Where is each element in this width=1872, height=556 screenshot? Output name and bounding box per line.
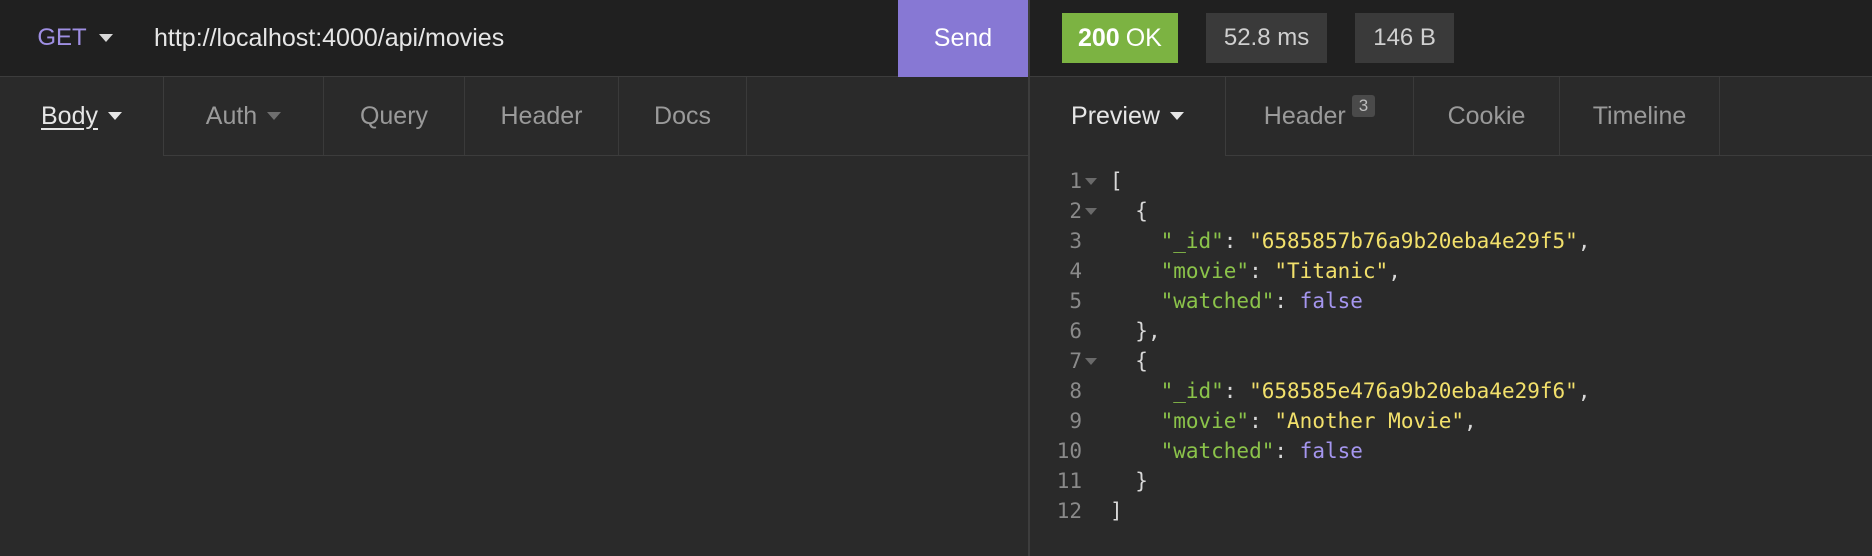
code-text: { xyxy=(1100,349,1148,373)
json-string: "658585e476a9b20eba4e29f6" xyxy=(1249,379,1578,403)
chevron-down-icon xyxy=(107,112,122,120)
json-key: "watched" xyxy=(1160,439,1275,463)
line-number: 10 xyxy=(1056,439,1082,463)
tab-preview-label: Preview xyxy=(1071,101,1160,130)
json-string: "Another Movie" xyxy=(1274,409,1465,433)
tab-auth-label: Auth xyxy=(205,101,258,130)
chevron-down-icon xyxy=(267,112,282,120)
line-number: 3 xyxy=(1069,229,1082,253)
code-line: 1 [ xyxy=(1030,166,1872,196)
line-number: 5 xyxy=(1069,289,1082,313)
json-string: "Titanic" xyxy=(1274,259,1389,283)
code-text: ] xyxy=(1100,499,1123,523)
code-line: 2 { xyxy=(1030,196,1872,226)
code-line: 11 } xyxy=(1030,466,1872,496)
json-brace: { xyxy=(1135,199,1148,223)
line-number: 6 xyxy=(1069,319,1082,343)
tab-body[interactable]: Body xyxy=(0,77,164,156)
code-text: "movie": "Titanic", xyxy=(1160,259,1401,283)
status-code: 200 xyxy=(1078,23,1120,52)
code-text: }, xyxy=(1100,319,1161,343)
tab-timeline[interactable]: Timeline xyxy=(1560,77,1720,155)
json-key: "movie" xyxy=(1160,409,1250,433)
line-number: 7 xyxy=(1069,349,1082,373)
code-text: "movie": "Another Movie", xyxy=(1160,409,1477,433)
json-bracket: ] xyxy=(1110,499,1123,523)
code-text: { xyxy=(1100,199,1148,223)
request-pane: GET http://localhost:4000/api/movies Sen… xyxy=(0,0,1028,556)
code-text: } xyxy=(1100,469,1148,493)
request-tabs: Body Auth Query Header Docs xyxy=(0,77,1028,156)
code-line: 6 }, xyxy=(1030,316,1872,346)
json-boolean: false xyxy=(1299,289,1363,313)
line-number: 12 xyxy=(1056,499,1082,523)
tab-preview[interactable]: Preview xyxy=(1030,77,1226,156)
fold-toggle[interactable] xyxy=(1082,207,1100,215)
status-badge: 200 OK xyxy=(1062,13,1178,63)
tab-header[interactable]: Header xyxy=(465,77,619,155)
chevron-down-icon xyxy=(1169,112,1184,120)
response-size-badge: 146 B xyxy=(1355,13,1454,63)
line-number: 9 xyxy=(1069,409,1082,433)
json-brace: { xyxy=(1135,349,1148,373)
code-text: "_id": "6585857b76a9b20eba4e29f5", xyxy=(1160,229,1591,253)
json-brace: } xyxy=(1135,469,1148,493)
code-line: 8 "_id": "658585e476a9b20eba4e29f6", xyxy=(1030,376,1872,406)
line-number: 11 xyxy=(1056,469,1082,493)
code-text: "watched": false xyxy=(1160,289,1363,313)
url-bar: GET http://localhost:4000/api/movies Sen… xyxy=(0,0,1028,77)
tab-response-header-label: Header xyxy=(1263,101,1346,130)
tab-response-header[interactable]: Header 3 xyxy=(1226,77,1414,155)
code-text: [ xyxy=(1100,169,1123,193)
fold-arrow-icon xyxy=(1085,357,1097,365)
line-number: 8 xyxy=(1069,379,1082,403)
code-text: "watched": false xyxy=(1160,439,1363,463)
tab-body-label: Body xyxy=(41,101,98,130)
response-pane: 200 OK 52.8 ms 146 B Preview Header 3 Co… xyxy=(1030,0,1872,556)
url-input[interactable]: http://localhost:4000/api/movies xyxy=(150,24,898,53)
tab-cookie[interactable]: Cookie xyxy=(1414,77,1560,155)
code-line: 4 "movie": "Titanic", xyxy=(1030,256,1872,286)
json-key: "movie" xyxy=(1160,259,1250,283)
line-number: 2 xyxy=(1069,199,1082,223)
tab-docs[interactable]: Docs xyxy=(619,77,747,155)
code-line: 5 "watched": false xyxy=(1030,286,1872,316)
json-boolean: false xyxy=(1299,439,1363,463)
code-line: 10 "watched": false xyxy=(1030,436,1872,466)
code-text: "_id": "658585e476a9b20eba4e29f6", xyxy=(1160,379,1591,403)
code-line: 9 "movie": "Another Movie", xyxy=(1030,406,1872,436)
method-label: GET xyxy=(37,24,87,51)
line-number: 4 xyxy=(1069,259,1082,283)
chevron-down-icon xyxy=(98,34,113,42)
api-client-window: GET http://localhost:4000/api/movies Sen… xyxy=(0,0,1872,556)
tab-query[interactable]: Query xyxy=(324,77,465,155)
fold-toggle[interactable] xyxy=(1082,357,1100,365)
header-count-badge: 3 xyxy=(1351,95,1376,117)
json-string: "6585857b76a9b20eba4e29f5" xyxy=(1249,229,1578,253)
response-tabs: Preview Header 3 Cookie Timeline xyxy=(1030,77,1872,156)
code-line: 3 "_id": "6585857b76a9b20eba4e29f5", xyxy=(1030,226,1872,256)
response-status-bar: 200 OK 52.8 ms 146 B xyxy=(1030,0,1872,77)
fold-arrow-icon xyxy=(1085,177,1097,185)
fold-toggle[interactable] xyxy=(1082,177,1100,185)
request-body-editor[interactable] xyxy=(0,156,1028,556)
tab-auth[interactable]: Auth xyxy=(164,77,324,155)
json-brace: }, xyxy=(1135,319,1161,343)
fold-arrow-icon xyxy=(1085,207,1097,215)
response-preview[interactable]: 1 [ 2 { 3 "_id": "6585857b76a9b20eba4e29… xyxy=(1030,156,1872,556)
send-button[interactable]: Send xyxy=(898,0,1028,77)
json-key: "watched" xyxy=(1160,289,1275,313)
line-number: 1 xyxy=(1069,169,1082,193)
status-text: OK xyxy=(1125,23,1162,52)
json-bracket: [ xyxy=(1110,169,1123,193)
response-time-badge: 52.8 ms xyxy=(1205,13,1328,63)
method-select[interactable]: GET xyxy=(0,0,150,77)
json-key: "_id" xyxy=(1160,229,1224,253)
json-key: "_id" xyxy=(1160,379,1224,403)
code-line: 7 { xyxy=(1030,346,1872,376)
code-line: 12 ] xyxy=(1030,496,1872,526)
